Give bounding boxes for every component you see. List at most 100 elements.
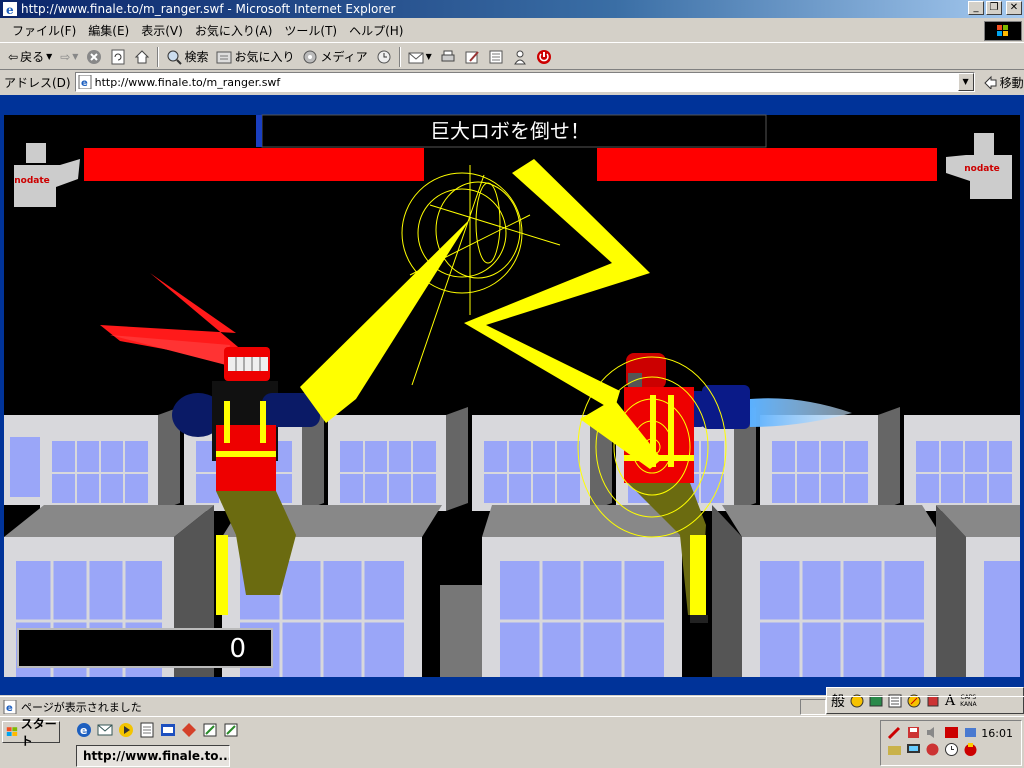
go-arrow-icon <box>983 75 997 89</box>
search-label: 検索 <box>184 50 209 64</box>
history-button[interactable] <box>372 46 396 68</box>
search-button[interactable]: 検索 <box>162 46 212 68</box>
outlook-quicklaunch-icon[interactable] <box>97 722 113 738</box>
home-icon <box>135 49 150 63</box>
svg-text:e: e <box>6 3 14 16</box>
standard-toolbar: ⇦ 戻る ▼ ⇨ ▼ 検索 お気に入り メディア ▼ <box>0 44 1024 70</box>
discuss-button[interactable] <box>484 46 508 68</box>
monitor-tray-icon[interactable] <box>906 742 921 757</box>
printer-icon <box>441 50 455 61</box>
clock: 16:01 <box>981 727 1013 740</box>
media-label: メディア <box>320 50 368 64</box>
app-quicklaunch-icon[interactable] <box>160 722 176 738</box>
diamond-quicklaunch-icon[interactable] <box>181 722 197 738</box>
back-button[interactable]: ⇦ 戻る ▼ <box>4 46 56 68</box>
antivirus-tray-icon[interactable] <box>963 742 978 757</box>
message-accent <box>256 115 262 147</box>
stop-button[interactable] <box>82 46 106 68</box>
close-button[interactable]: ✕ <box>1006 1 1022 15</box>
edit-button[interactable] <box>460 46 484 68</box>
clock-tray-icon[interactable] <box>944 742 959 757</box>
acrobat-tray-icon[interactable] <box>944 725 959 740</box>
power-icon <box>536 49 551 64</box>
taskbar: スタート e e http://www.finale.to... 16:01 <box>0 716 1024 768</box>
editor-quicklaunch-icon[interactable] <box>202 722 218 738</box>
svg-text:e: e <box>6 703 13 714</box>
stop-icon <box>87 49 102 64</box>
menu-bar: ファイル(F) 編集(E) 表示(V) お気に入り(A) ツール(T) ヘルプ(… <box>0 19 1024 43</box>
history-icon <box>377 50 391 63</box>
window-title: http://www.finale.to/m_ranger.swf - Micr… <box>21 2 396 16</box>
start-label: スタート <box>20 717 57 748</box>
restore-button[interactable]: ❐ <box>986 1 1002 15</box>
discuss-icon <box>489 50 503 63</box>
buildings-back-row <box>4 407 1020 511</box>
system-tray: 16:01 <box>880 720 1022 766</box>
tool-quicklaunch-icon[interactable] <box>223 722 239 738</box>
window-titlebar[interactable]: e http://www.finale.to/m_ranger.swf - Mi… <box>0 0 1024 18</box>
status-pane <box>800 699 826 715</box>
windows-logo <box>984 21 1022 41</box>
media-icon <box>303 50 317 63</box>
network-tray-icon[interactable] <box>963 725 978 740</box>
address-bar: アドレス(D) e ▼ 移動 <box>0 71 1024 93</box>
forward-button[interactable]: ⇨ ▼ <box>56 46 82 68</box>
start-button[interactable]: スタート <box>2 717 60 748</box>
svg-text:e: e <box>81 78 88 89</box>
refresh-button[interactable] <box>106 46 130 68</box>
favorites-label: お気に入り <box>234 50 295 64</box>
address-dropdown-icon[interactable]: ▼ <box>957 73 974 91</box>
mediaplayer-quicklaunch-icon[interactable] <box>118 722 134 738</box>
quick-launch: e <box>76 722 239 738</box>
game-canvas[interactable]: 巨大ロボを倒せ！ nodate nodate 0 <box>0 95 1024 695</box>
toolbar-separator <box>157 46 160 67</box>
mail-button[interactable]: ▼ <box>404 46 436 68</box>
player-label: nodate <box>14 176 50 186</box>
address-input[interactable] <box>94 75 955 89</box>
score-value: 0 <box>229 634 246 664</box>
print-button[interactable] <box>436 46 460 68</box>
forward-arrow-icon: ⇨ <box>60 49 71 64</box>
status-bar: e ページが表示されました <box>0 696 1024 716</box>
pen-tray-icon[interactable] <box>887 725 902 740</box>
game-message: 巨大ロボを倒せ！ <box>430 119 590 143</box>
player-health-bar <box>84 148 424 181</box>
windows-flag-icon <box>6 727 18 736</box>
edit-icon <box>465 50 479 63</box>
messenger-icon <box>513 50 526 64</box>
back-arrow-icon: ⇦ <box>8 49 19 64</box>
address-label: アドレス(D) <box>4 75 71 90</box>
menu-tools[interactable]: ツール(T) <box>278 22 343 39</box>
back-dropdown-icon[interactable]: ▼ <box>46 52 52 61</box>
folder-tray-icon[interactable] <box>887 742 902 757</box>
menu-file[interactable]: ファイル(F) <box>6 22 82 39</box>
favorites-button[interactable]: お気に入り <box>212 46 298 68</box>
forward-dropdown-icon[interactable]: ▼ <box>72 52 78 61</box>
ie-icon: e <box>3 2 17 16</box>
address-field[interactable]: e ▼ <box>74 72 975 92</box>
ie-quicklaunch-icon[interactable]: e <box>76 722 92 738</box>
flash-content[interactable]: 巨大ロボを倒せ！ nodate nodate 0 <box>0 95 1024 695</box>
mail-icon <box>408 52 424 63</box>
home-button[interactable] <box>130 46 154 68</box>
media-button[interactable]: メディア <box>298 46 371 68</box>
messenger-button[interactable] <box>508 46 532 68</box>
power-button[interactable] <box>532 46 556 68</box>
taskbar-ie-window[interactable]: e http://www.finale.to... <box>76 745 230 767</box>
enemy-health-bar <box>597 148 937 181</box>
disk-tray-icon[interactable] <box>906 725 921 740</box>
go-button[interactable]: 移動 <box>983 74 1024 91</box>
menu-view[interactable]: 表示(V) <box>135 22 189 39</box>
mail-dropdown-icon[interactable]: ▼ <box>426 52 432 61</box>
menu-edit[interactable]: 編集(E) <box>82 22 135 39</box>
minimize-button[interactable]: _ <box>968 1 984 15</box>
menu-favorites[interactable]: お気に入り(A) <box>189 22 279 39</box>
volume-tray-icon[interactable] <box>925 725 940 740</box>
favorites-icon <box>216 51 232 63</box>
menu-help[interactable]: ヘルプ(H) <box>343 22 409 39</box>
toolbar-separator <box>398 46 401 67</box>
go-label: 移動 <box>999 75 1024 90</box>
notepad-quicklaunch-icon[interactable] <box>139 722 155 738</box>
security-tray-icon[interactable] <box>925 742 940 757</box>
status-page-icon: e <box>3 699 17 714</box>
